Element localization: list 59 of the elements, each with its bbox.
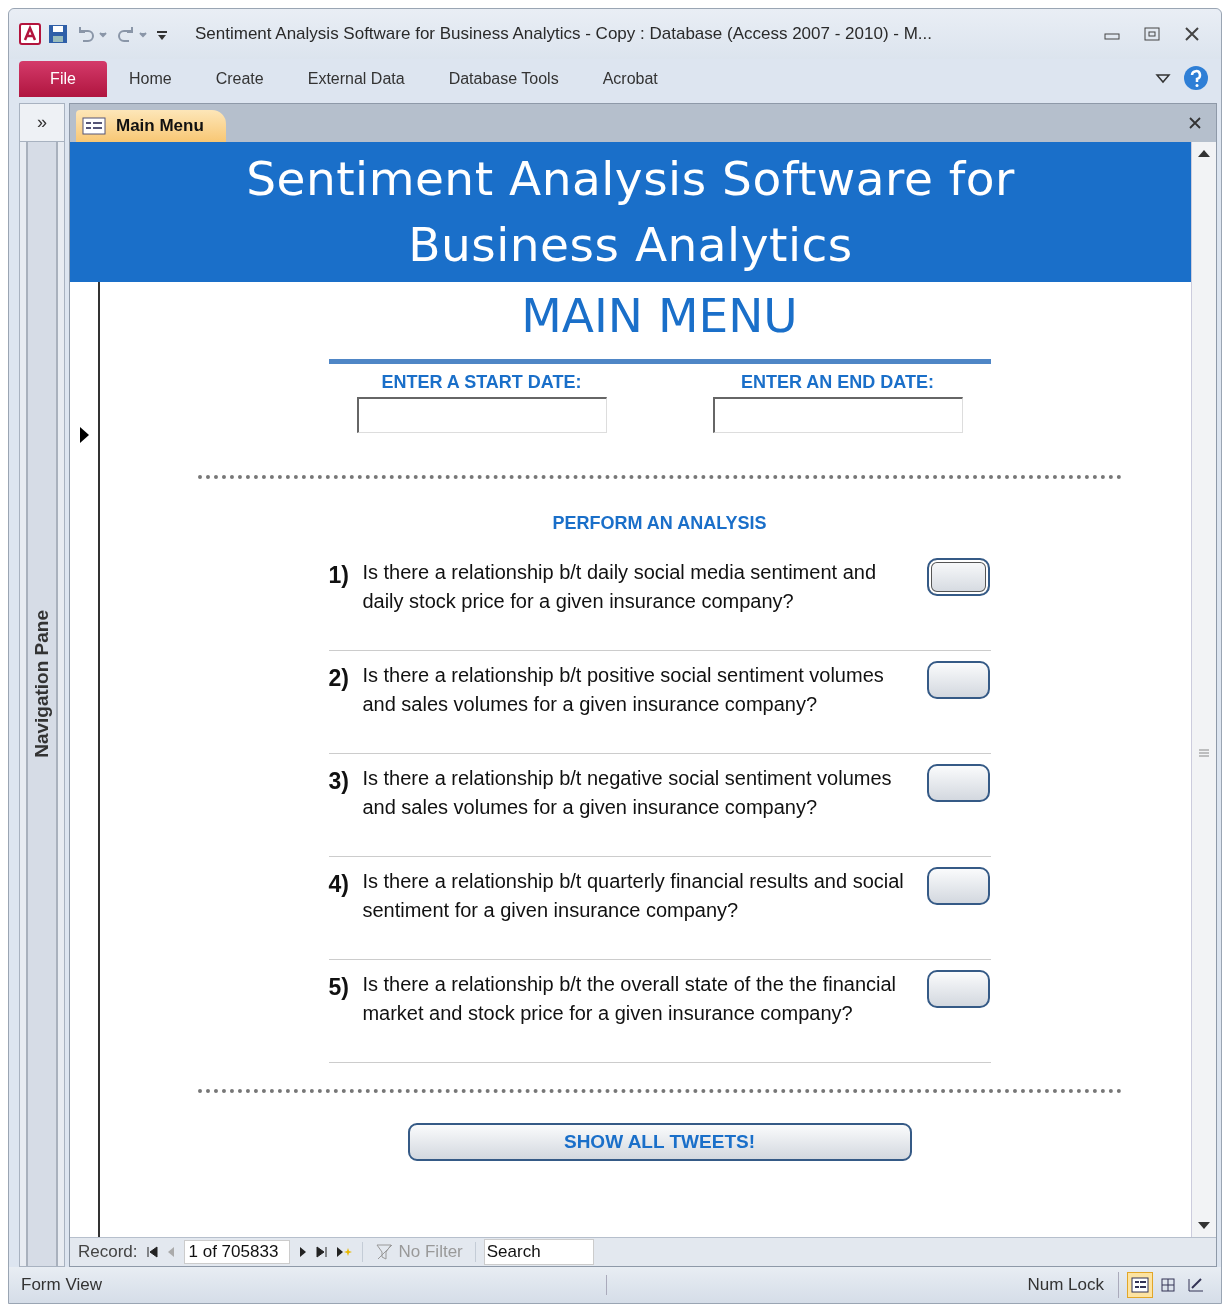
first-record-icon[interactable]	[145, 1246, 158, 1258]
main-menu-title: MAIN MENU	[521, 288, 798, 343]
ribbon-tab[interactable]: Acrobat	[580, 61, 680, 97]
show-all-tweets-button[interactable]: SHOW ALL TWEETS!	[407, 1123, 912, 1161]
date-label: ENTER AN END DATE:	[741, 372, 934, 393]
window-title: Sentiment Analysis Software for Business Analytics - Copy : Database (Access 2007 - 2010) - M...	[195, 24, 933, 44]
question-number: 3)	[328, 767, 350, 796]
save-icon[interactable]	[47, 23, 69, 45]
ribbon-tab[interactable]: External Data	[285, 61, 427, 97]
new-record-icon[interactable]	[335, 1246, 354, 1258]
run-analysis-button[interactable]	[926, 867, 991, 905]
navigation-pane-label: Navigation Pane	[31, 610, 53, 758]
form-header: Sentiment Analysis Software for Business Analytics	[70, 142, 1191, 282]
close-icon	[1188, 116, 1202, 130]
question-text: Is there a relationship b/t positive social sentiment volumes and sales volumes for a given insurance company?	[362, 663, 885, 717]
question-number: 1)	[328, 561, 350, 590]
minimize-ribbon-icon[interactable]	[1155, 71, 1171, 85]
form-view-icon	[1131, 1277, 1149, 1293]
layout-view-icon	[1159, 1277, 1177, 1293]
document-tab-label: Main Menu	[116, 116, 204, 136]
last-record-icon[interactable]	[315, 1246, 328, 1258]
question-text: Is there a relationship b/t the overall state of the the financial market and stock price for a given insurance company?	[362, 972, 898, 1026]
question-number: 5)	[328, 973, 350, 1002]
question-text: Is there a relationship b/t daily social media sentiment and daily stock price for a given insurance company?	[362, 560, 877, 614]
design-view-icon	[1187, 1277, 1205, 1293]
num-lock-indicator: Num Lock	[1027, 1275, 1104, 1295]
current-record-icon	[79, 427, 89, 443]
date-input-field[interactable]	[712, 397, 963, 433]
question-number: 4)	[328, 870, 350, 899]
scroll-grip-icon	[1198, 746, 1210, 759]
form-icon	[82, 117, 106, 135]
next-record-icon[interactable]	[297, 1246, 308, 1258]
section-title: PERFORM AN ANALYSIS	[552, 513, 767, 534]
document-tab[interactable]: Main Menu	[76, 110, 226, 142]
expand-navigation-button[interactable]: »	[20, 104, 64, 142]
run-analysis-button[interactable]	[926, 764, 991, 802]
ribbon-tab[interactable]: Home	[107, 61, 194, 97]
restore-icon[interactable]	[1143, 25, 1161, 43]
view-button[interactable]	[1127, 1272, 1153, 1298]
date-label: ENTER A START DATE:	[381, 372, 582, 393]
funnel-icon	[374, 1243, 395, 1261]
help-icon[interactable]	[1183, 65, 1209, 91]
question-number: 2)	[328, 664, 350, 693]
run-analysis-button[interactable]	[926, 558, 991, 596]
ribbon-tab[interactable]: Database Tools	[426, 61, 581, 97]
access-logo-icon[interactable]	[19, 23, 41, 45]
date-input-field[interactable]	[356, 397, 607, 433]
question-text: Is there a relationship b/t quarterly financial results and social sentiment for a given insurance company?	[362, 869, 905, 923]
current-record-field[interactable]: 1 of 705833	[183, 1240, 290, 1264]
record-label: Record:	[78, 1242, 138, 1262]
ribbon-tab[interactable]: Create	[193, 61, 286, 97]
file-tab[interactable]: File	[19, 61, 107, 97]
navigation-pane-bar[interactable]: Navigation Pane	[26, 142, 58, 1266]
run-analysis-button[interactable]	[926, 970, 991, 1008]
run-analysis-button[interactable]	[926, 661, 991, 699]
search-field[interactable]: Search	[483, 1239, 594, 1265]
question-text: Is there a relationship b/t negative social sentiment volumes and sales volumes for a given insurance company?	[362, 766, 893, 820]
close-icon[interactable]	[1183, 25, 1201, 43]
view-status: Form View	[21, 1275, 607, 1295]
